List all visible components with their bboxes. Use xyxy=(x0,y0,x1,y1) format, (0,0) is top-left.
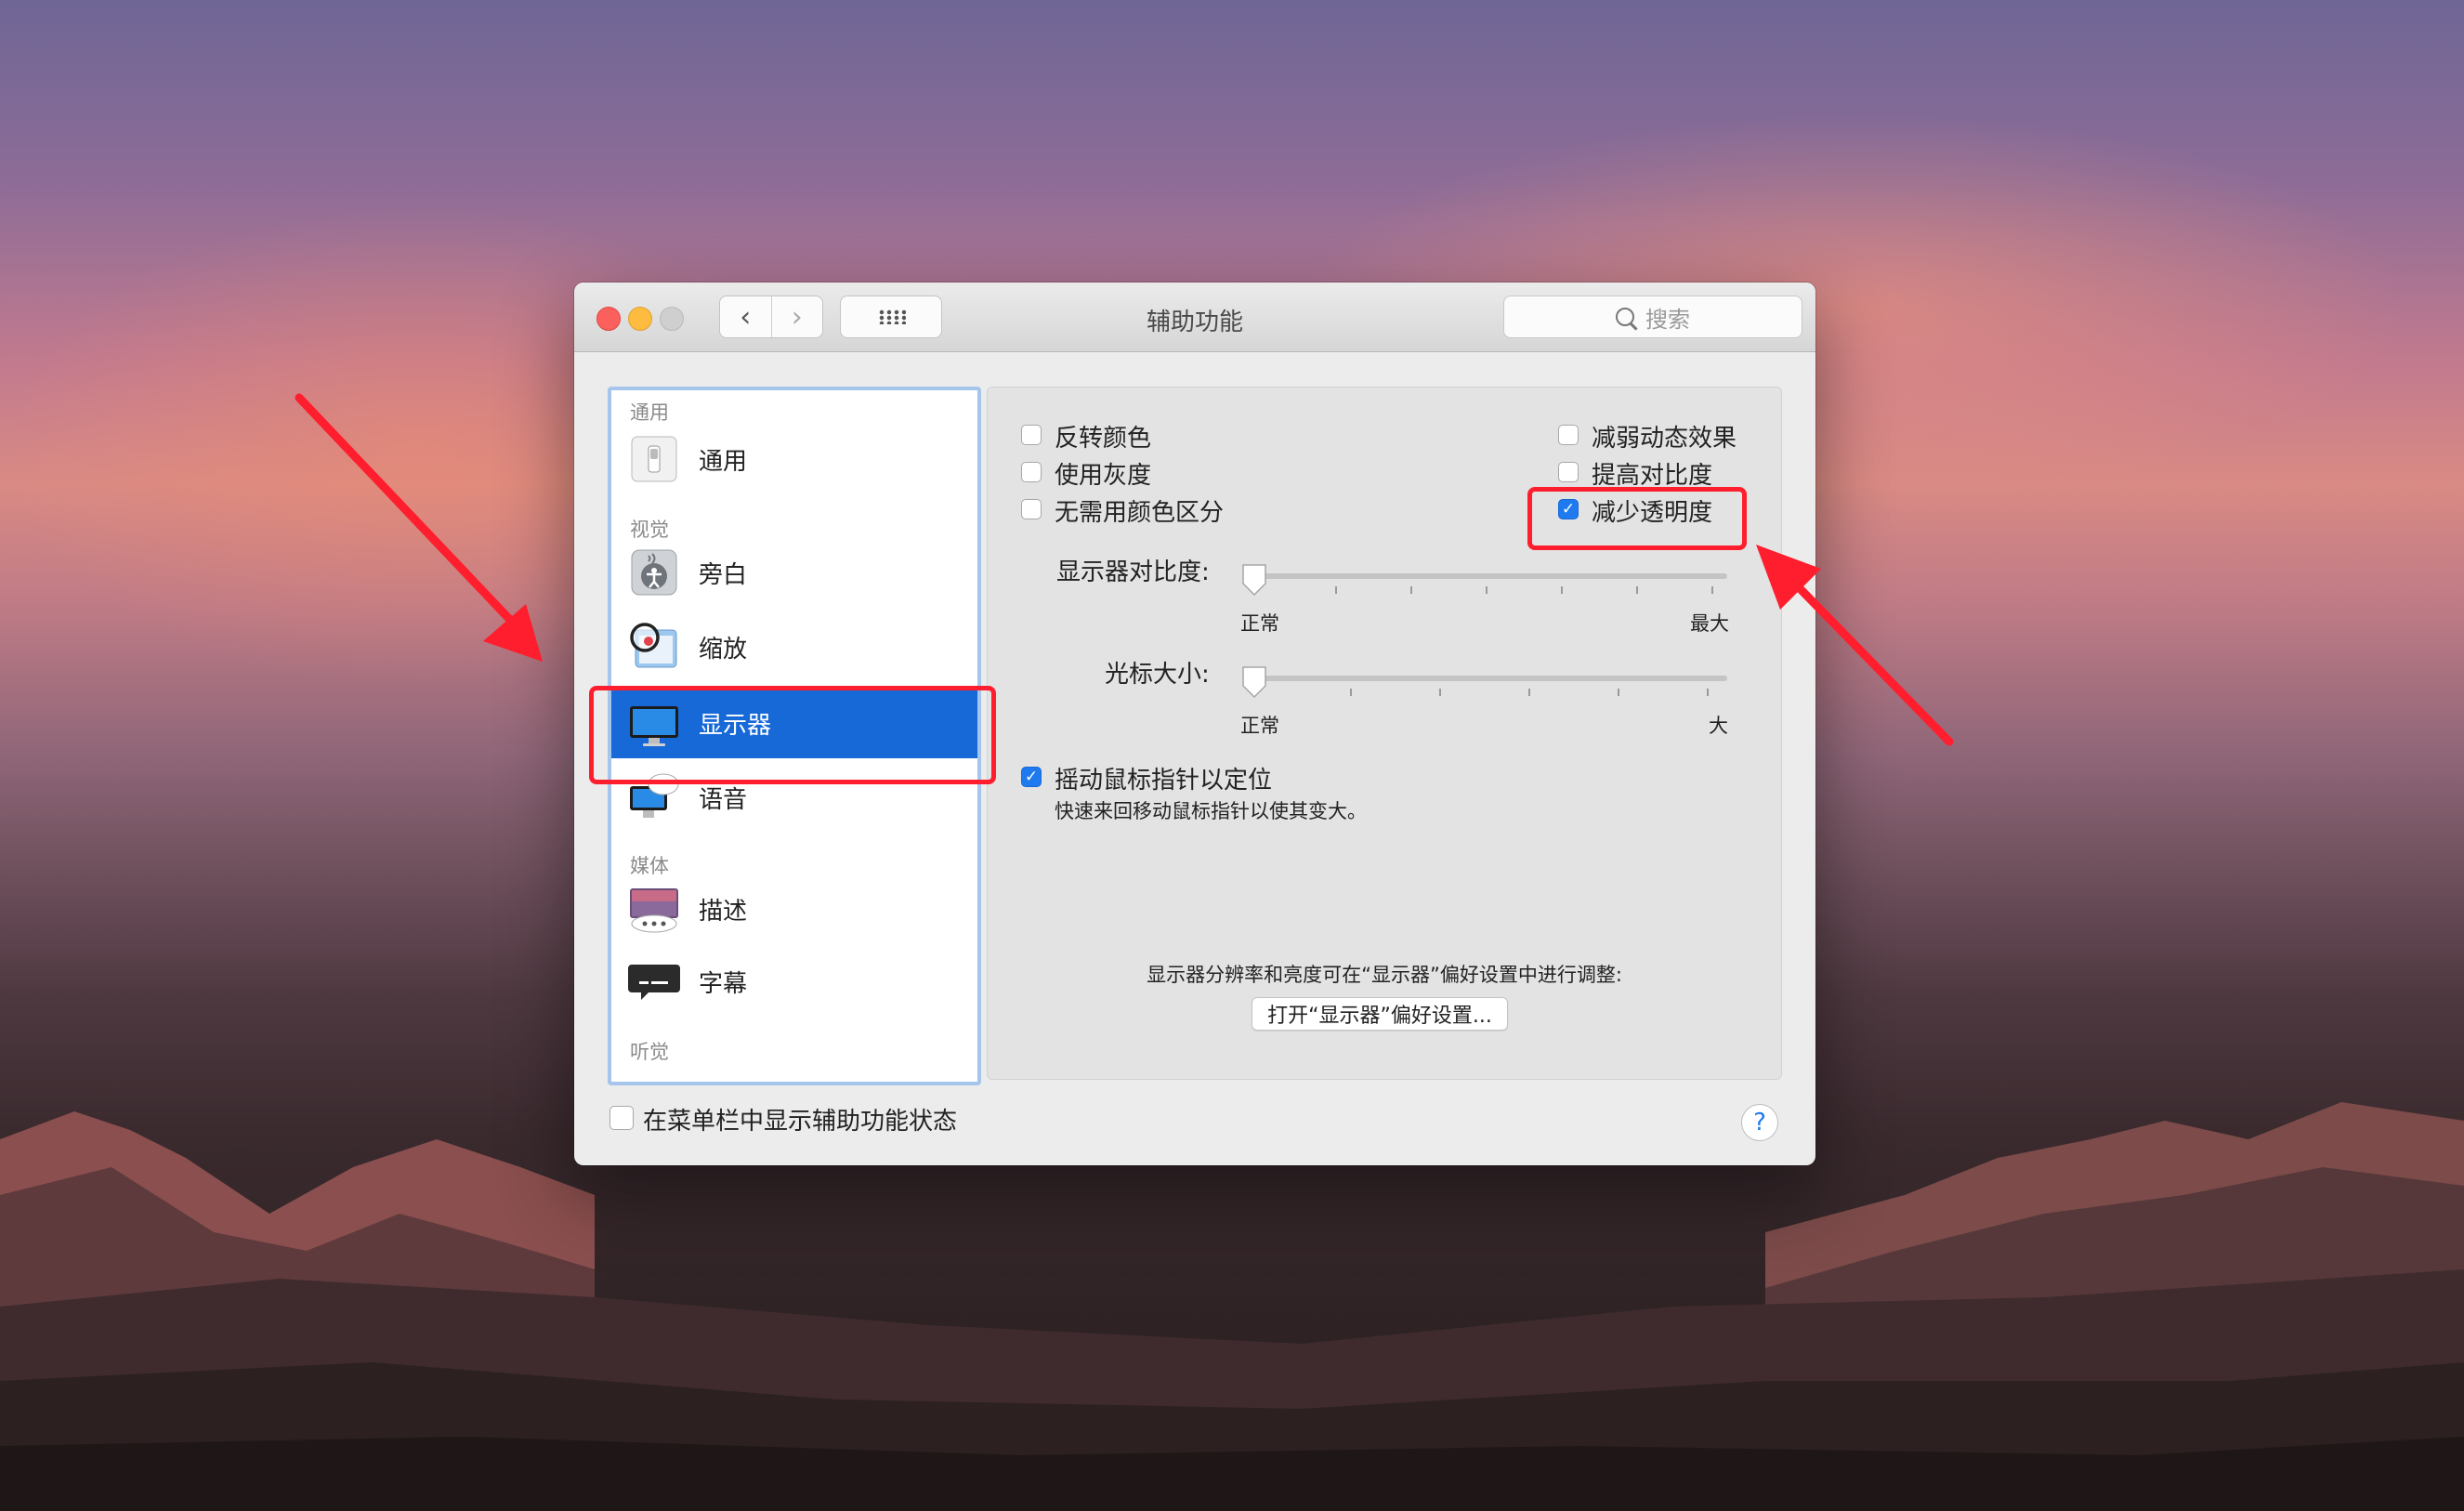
sidebar-item-voiceover[interactable]: 旁白 xyxy=(611,537,977,608)
title-bar: ‹ › 辅助功能 搜索 xyxy=(574,282,1815,352)
slider-tick xyxy=(1707,689,1709,696)
contrast-slider-knob[interactable] xyxy=(1240,562,1268,598)
section-header-general: 通用 xyxy=(630,401,669,424)
search-icon xyxy=(1616,308,1634,326)
sidebar-item-general[interactable]: 通用 xyxy=(611,424,977,494)
reduce-motion-checkbox[interactable] xyxy=(1558,425,1579,445)
display-prefs-note: 显示器分辨率和亮度可在“显示器”偏好设置中进行调整: xyxy=(1147,964,1622,986)
sidebar-item-label: 字幕 xyxy=(699,970,748,998)
sidebar-item-zoom[interactable]: 缩放 xyxy=(611,611,977,682)
slider-tick xyxy=(1636,586,1638,594)
contrast-max-label: 最大 xyxy=(1690,612,1729,635)
section-header-hearing: 听觉 xyxy=(630,1041,669,1063)
invert-colors-label: 反转颜色 xyxy=(1055,425,1152,453)
sidebar-item-captions[interactable]: 字幕 xyxy=(611,946,977,1017)
cursor-size-label: 光标大小: xyxy=(1105,661,1210,689)
increase-contrast-checkbox[interactable] xyxy=(1558,462,1579,482)
differentiate-without-color-label: 无需用颜色区分 xyxy=(1055,499,1225,527)
slider-tick xyxy=(1528,689,1530,696)
slider-tick xyxy=(1350,689,1352,696)
highlight-display-item xyxy=(589,686,996,784)
slider-tick xyxy=(1410,586,1412,594)
increase-contrast-label: 提高对比度 xyxy=(1592,462,1713,490)
descriptions-icon xyxy=(630,888,678,933)
contrast-slider-label: 显示器对比度: xyxy=(1056,558,1210,586)
cursor-size-slider-track[interactable] xyxy=(1244,676,1727,681)
slider-tick xyxy=(1439,689,1441,696)
slider-tick xyxy=(1618,689,1619,696)
slider-tick xyxy=(1561,586,1563,594)
slider-tick xyxy=(1486,586,1488,594)
cursor-size-max-label: 大 xyxy=(1709,715,1728,737)
contrast-min-label: 正常 xyxy=(1240,612,1279,635)
slider-tick xyxy=(1711,586,1713,594)
reduce-motion-label: 减弱动态效果 xyxy=(1592,425,1737,453)
help-button[interactable]: ? xyxy=(1741,1104,1778,1141)
contrast-slider-track[interactable] xyxy=(1244,573,1727,579)
highlight-reduce-transparency xyxy=(1527,487,1747,550)
invert-colors-checkbox[interactable] xyxy=(1021,425,1042,445)
sidebar-item-label: 缩放 xyxy=(699,636,748,664)
cursor-size-slider-knob[interactable] xyxy=(1240,664,1268,700)
voiceover-icon xyxy=(631,549,677,596)
shake-to-locate-description: 快速来回移动鼠标指针以使其变大。 xyxy=(1055,800,1367,822)
open-display-prefs-button[interactable]: 打开“显示器”偏好设置... xyxy=(1252,997,1508,1031)
general-switch-icon xyxy=(631,436,677,482)
differentiate-without-color-checkbox[interactable] xyxy=(1021,499,1042,519)
sidebar-item-label: 语音 xyxy=(699,786,748,814)
slider-tick xyxy=(1335,586,1337,594)
zoom-icon xyxy=(630,623,677,668)
shake-to-locate-label: 摇动鼠标指针以定位 xyxy=(1055,767,1273,795)
sidebar-item-label: 旁白 xyxy=(699,561,748,589)
search-field[interactable]: 搜索 xyxy=(1503,296,1802,338)
menubar-status-label: 在菜单栏中显示辅助功能状态 xyxy=(643,1108,958,1136)
sidebar-item-descriptions[interactable]: 描述 xyxy=(611,874,977,944)
grayscale-label: 使用灰度 xyxy=(1055,462,1152,490)
grayscale-checkbox[interactable] xyxy=(1021,462,1042,482)
cursor-size-min-label: 正常 xyxy=(1240,715,1279,737)
search-placeholder: 搜索 xyxy=(1645,306,1690,333)
sidebar-item-label: 描述 xyxy=(699,898,748,926)
captions-icon xyxy=(628,965,680,1000)
sidebar-item-label: 通用 xyxy=(699,448,748,476)
menubar-status-checkbox[interactable] xyxy=(609,1106,634,1130)
shake-to-locate-checkbox[interactable]: ✓ xyxy=(1021,767,1042,787)
